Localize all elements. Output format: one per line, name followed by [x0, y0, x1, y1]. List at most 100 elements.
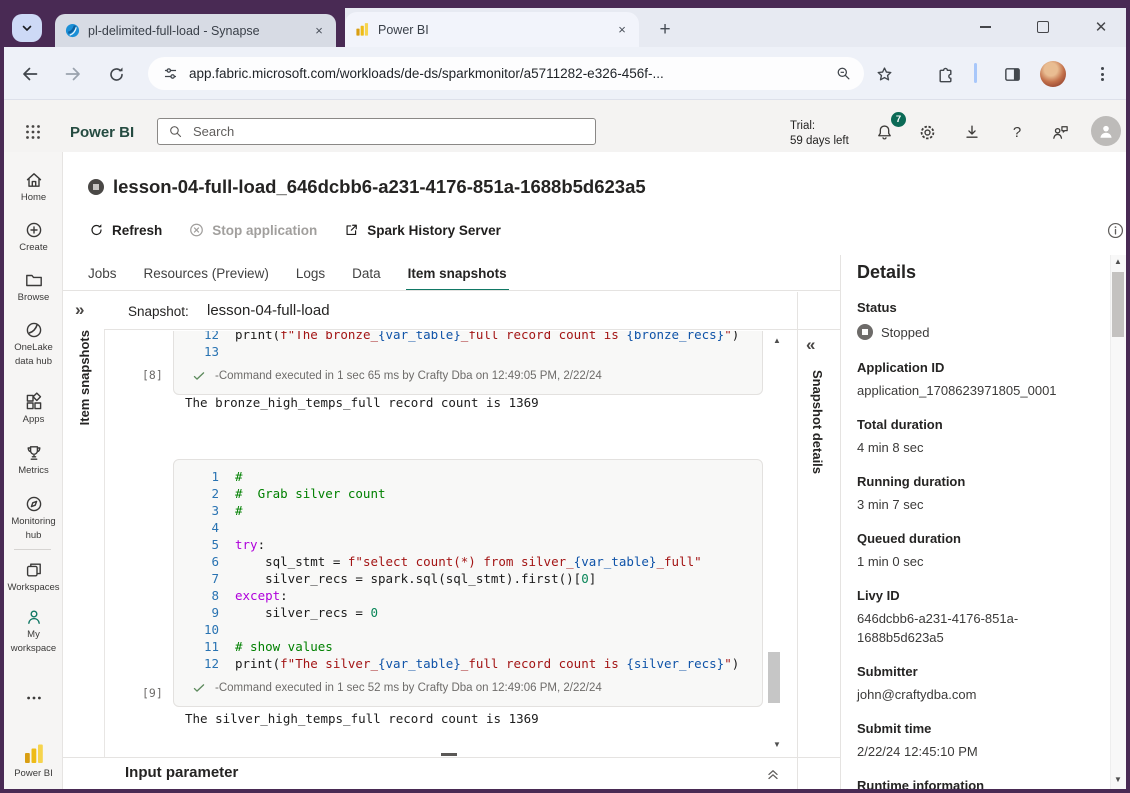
details-field-running-duration: Running duration3 min 7 sec — [857, 474, 1087, 514]
more-icon — [24, 688, 44, 708]
notifications-bell-icon[interactable] — [873, 121, 895, 143]
site-settings-icon[interactable] — [162, 65, 179, 82]
code-cell: 1#2# Grab silver count3#45try:6 sql_stmt… — [173, 459, 763, 707]
sidebar-item-apps[interactable]: Apps — [4, 392, 63, 426]
sidebar-item-metrics[interactable]: Metrics — [4, 443, 63, 477]
account-avatar[interactable] — [1091, 116, 1121, 146]
onelake-icon — [24, 320, 44, 340]
details-field-submitter: Submitterjohn@craftydba.com — [857, 664, 1087, 704]
execution-count: [9] — [142, 686, 163, 700]
code-line: # Grab silver count — [235, 486, 386, 501]
snapshot-name: lesson-04-full-load — [207, 302, 330, 319]
field-value: 3 min 7 sec — [857, 495, 1072, 514]
sidebar-item-browse[interactable]: Browse — [4, 270, 63, 304]
kebab-menu-icon — [1101, 67, 1104, 81]
collapse-right-panel-icon[interactable]: « — [806, 335, 815, 355]
details-heading: Details — [857, 262, 916, 283]
sidebar-item-more[interactable] — [4, 688, 63, 708]
line-number: 5 — [174, 537, 235, 552]
sidebar-item-monitoring-hub[interactable]: Monitoringhub — [4, 494, 63, 541]
code-line: silver_recs = 0 — [235, 605, 378, 620]
action-refresh[interactable]: Refresh — [88, 222, 162, 239]
search-input[interactable] — [191, 123, 585, 140]
download-icon[interactable] — [961, 121, 983, 143]
reload-button[interactable] — [104, 62, 128, 86]
code-line: print(f"The silver_{var_table}_full reco… — [235, 656, 739, 671]
waffle-menu-icon[interactable] — [22, 121, 44, 143]
tab-item-snapshots[interactable]: Item snapshots — [408, 255, 507, 291]
snapshot-details-vertical-label[interactable]: Snapshot details — [810, 370, 825, 474]
sidebar-item-label: Home — [21, 192, 46, 204]
side-panel-icon[interactable] — [1000, 62, 1024, 86]
sidebar-item-label: Create — [19, 242, 48, 254]
application-status-icon — [88, 179, 104, 195]
collapse-section-icon[interactable] — [764, 765, 782, 783]
notebook-snapshot-view[interactable]: ▲ ▼ 12print(f"The bronze_{var_table}_ful… — [105, 331, 797, 757]
info-icon[interactable] — [1106, 221, 1125, 240]
scroll-down-icon[interactable]: ▼ — [1114, 776, 1122, 784]
settings-gear-icon[interactable] — [916, 121, 938, 143]
tab-search-button[interactable] — [12, 14, 42, 42]
details-field-total-duration: Total duration4 min 8 sec — [857, 417, 1087, 457]
stop-application-icon — [188, 222, 205, 239]
code-line-row: 5try: — [174, 536, 762, 553]
panel-resize-handle[interactable] — [441, 753, 457, 756]
app-search-box[interactable] — [157, 118, 596, 145]
sidebar-item-my-workspace[interactable]: Myworkspace — [4, 607, 63, 654]
check-icon — [192, 681, 206, 695]
code-line-row: 4 — [174, 519, 762, 536]
window-close-button[interactable]: ✕ — [1084, 14, 1118, 40]
tab-resources-preview[interactable]: Resources (Preview) — [144, 255, 269, 291]
sidebar-item-workspaces[interactable]: Workspaces — [4, 560, 63, 594]
new-tab-button[interactable]: + — [652, 17, 678, 43]
item-snapshots-vertical-label[interactable]: Item snapshots — [77, 330, 92, 425]
scroll-down-icon[interactable]: ▼ — [773, 741, 781, 749]
forward-button[interactable] — [61, 62, 85, 86]
code-line-row: 12print(f"The silver_{var_table}_full re… — [174, 655, 762, 672]
scroll-up-icon[interactable]: ▲ — [773, 337, 781, 345]
window-minimize-button[interactable] — [968, 14, 1002, 40]
tab-jobs[interactable]: Jobs — [88, 255, 117, 291]
snapshot-header-divider — [104, 329, 840, 330]
browser-tab-powerbi[interactable]: Power BI × — [345, 12, 639, 47]
browser-menu-icon[interactable] — [1090, 62, 1114, 86]
close-icon[interactable]: × — [310, 22, 328, 40]
code-line-row: 6 sql_stmt = f"select count(*) from silv… — [174, 553, 762, 570]
notification-badge: 7 — [891, 112, 906, 127]
tab-data[interactable]: Data — [352, 255, 381, 291]
sidebar-item-home[interactable]: Home — [4, 170, 63, 204]
help-icon[interactable]: ? — [1006, 121, 1028, 143]
trial-label: Trial: — [790, 119, 849, 134]
bookmark-star-icon[interactable] — [872, 62, 896, 86]
feedback-icon[interactable] — [1049, 121, 1071, 143]
scrollbar-thumb[interactable] — [1112, 272, 1124, 337]
tab-logs[interactable]: Logs — [296, 255, 325, 291]
code-line-row: 2# Grab silver count — [174, 485, 762, 502]
browser-profile-avatar[interactable] — [1040, 61, 1066, 87]
zoom-icon[interactable] — [835, 65, 852, 82]
scroll-up-icon[interactable]: ▲ — [1114, 258, 1122, 266]
expand-left-panel-icon[interactable]: » — [75, 300, 84, 320]
execution-status-row: -Command executed in 1 sec 65 ms by Craf… — [174, 364, 762, 388]
sidebar-item-create[interactable]: Create — [4, 220, 63, 254]
scrollbar-thumb[interactable] — [768, 652, 780, 703]
code-line: silver_recs = spark.sql(sql_stmt).first(… — [235, 571, 596, 586]
status-value: Stopped — [857, 321, 1087, 343]
close-icon[interactable]: × — [613, 21, 631, 39]
window-frame-bottom — [0, 789, 1130, 793]
address-url[interactable]: app.fabric.microsoft.com/workloads/de-ds… — [189, 66, 825, 81]
field-value: john@craftydba.com — [857, 685, 1072, 704]
maximize-icon — [1037, 21, 1049, 33]
address-bar[interactable]: app.fabric.microsoft.com/workloads/de-ds… — [148, 57, 864, 90]
action-spark-history-server[interactable]: Spark History Server — [343, 222, 501, 239]
extensions-icon[interactable] — [933, 62, 957, 86]
back-button[interactable] — [18, 62, 42, 86]
sidebar-item-power-bi[interactable]: Power BI — [4, 742, 63, 780]
sidebar-item-onelake-data-hub[interactable]: OneLakedata hub — [4, 320, 63, 367]
product-name[interactable]: Power BI — [70, 124, 134, 141]
browse-icon — [24, 270, 44, 290]
browser-tab-synapse[interactable]: pl-delimited-full-load - Synapse × — [55, 14, 336, 47]
window-maximize-button[interactable] — [1026, 14, 1060, 40]
details-field-application-id: Application IDapplication_1708623971805_… — [857, 360, 1087, 400]
code-line-row: 13 — [174, 343, 762, 360]
